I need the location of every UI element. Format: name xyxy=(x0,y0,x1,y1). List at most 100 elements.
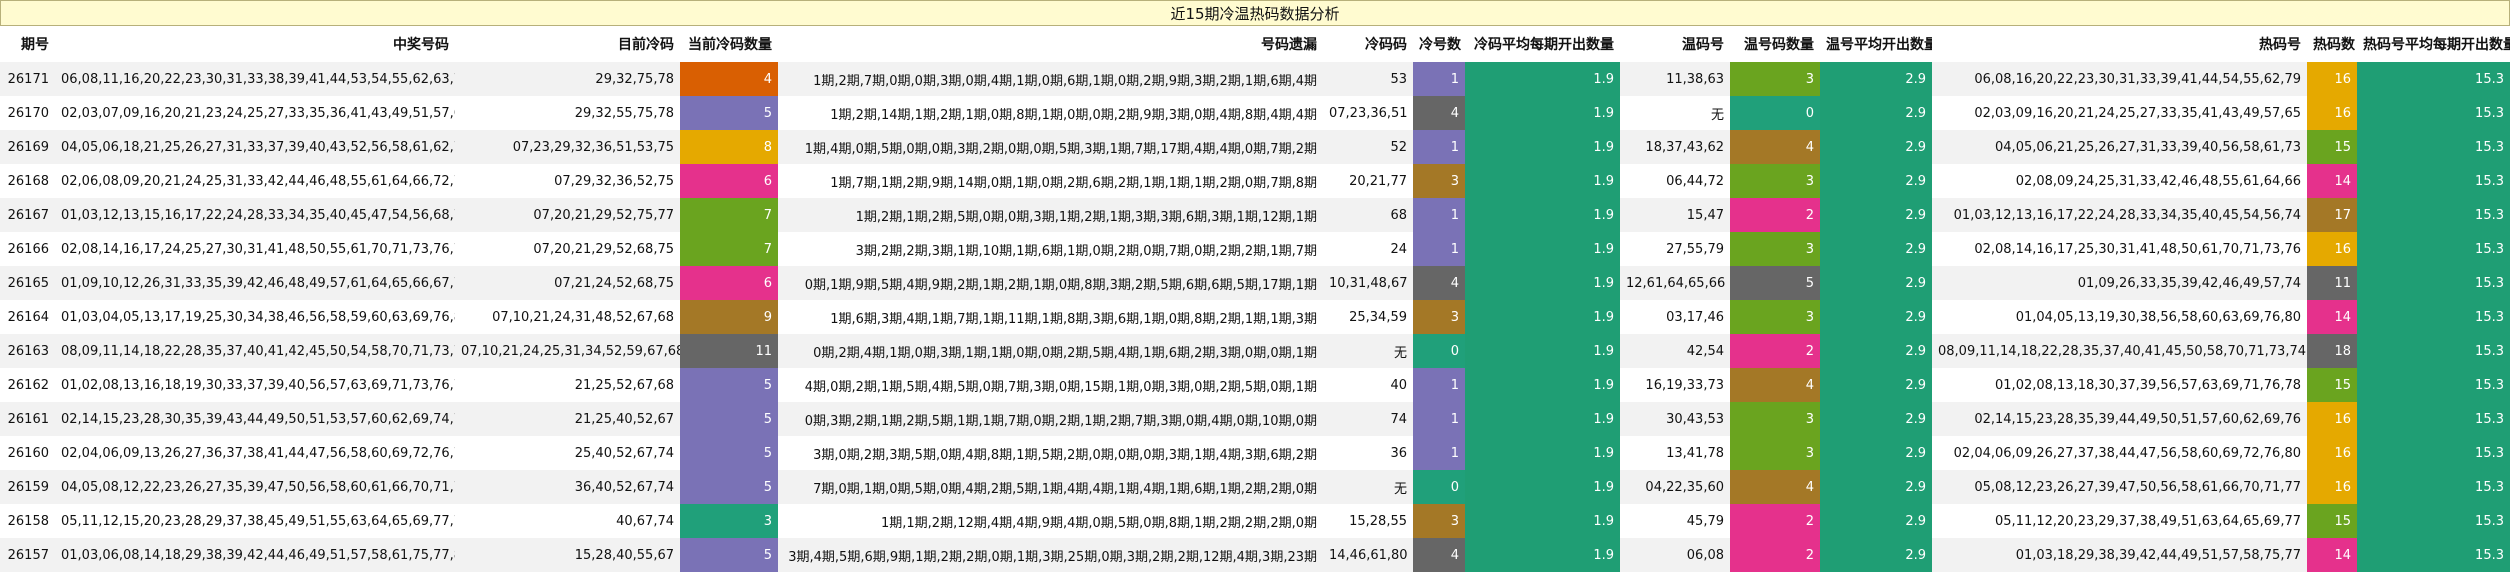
col-header-current-cold: 目前冷码 xyxy=(455,26,680,62)
header-row: 期号 中奖号码 目前冷码 当前冷码数量 号码遗漏 冷码码 冷号数 冷码平均每期开… xyxy=(0,26,2510,62)
col-header-cold-count: 当前冷码数量 xyxy=(680,26,778,62)
winning-numbers-cell: 02,03,07,09,16,20,21,23,24,25,27,33,35,3… xyxy=(55,96,455,130)
cold-avg-cell: 1.9 xyxy=(1465,334,1620,368)
cold-count-cell: 7 xyxy=(680,232,778,266)
warm-code-cell: 45,79 xyxy=(1620,504,1730,538)
hot-avg-cell: 15.3 xyxy=(2357,504,2510,538)
winning-numbers-cell: 01,09,10,12,26,31,33,35,39,42,46,48,49,5… xyxy=(55,266,455,300)
cold-num-cell: 1 xyxy=(1413,368,1465,402)
hot-avg-cell: 15.3 xyxy=(2357,198,2510,232)
period-cell: 26169 xyxy=(0,130,55,164)
winning-numbers-cell: 06,08,11,16,20,22,23,30,31,33,38,39,41,4… xyxy=(55,62,455,96)
col-header-cold-code: 冷码码 xyxy=(1323,26,1413,62)
current-cold-cell: 07,10,21,24,31,48,52,67,68 xyxy=(455,300,680,334)
current-cold-cell: 15,28,40,55,67 xyxy=(455,538,680,572)
winning-numbers-cell: 04,05,08,12,22,23,26,27,35,39,47,50,56,5… xyxy=(55,470,455,504)
cold-avg-cell: 1.9 xyxy=(1465,232,1620,266)
cold-avg-cell: 1.9 xyxy=(1465,538,1620,572)
cold-code-cell: 68 xyxy=(1323,198,1413,232)
warm-avg-cell: 2.9 xyxy=(1820,368,1932,402)
period-cell: 26157 xyxy=(0,538,55,572)
warm-code-cell: 06,08 xyxy=(1620,538,1730,572)
winning-numbers-cell: 05,11,12,15,20,23,28,29,37,38,45,49,51,5… xyxy=(55,504,455,538)
omission-cell: 7期,0期,1期,0期,5期,0期,4期,2期,5期,1期,4期,4期,1期,4… xyxy=(778,470,1323,504)
warm-count-cell: 3 xyxy=(1730,436,1820,470)
col-header-hot-code: 热码号 xyxy=(1932,26,2307,62)
period-cell: 26161 xyxy=(0,402,55,436)
hot-code-cell: 05,08,12,23,26,27,39,47,50,56,58,61,66,7… xyxy=(1932,470,2307,504)
omission-cell: 1期,7期,1期,2期,9期,14期,0期,1期,0期,2期,6期,2期,1期,… xyxy=(778,164,1323,198)
warm-count-cell: 2 xyxy=(1730,504,1820,538)
warm-avg-cell: 2.9 xyxy=(1820,198,1932,232)
warm-code-cell: 13,41,78 xyxy=(1620,436,1730,470)
warm-count-cell: 4 xyxy=(1730,130,1820,164)
omission-cell: 0期,3期,2期,1期,2期,5期,1期,1期,7期,0期,2期,1期,2期,7… xyxy=(778,402,1323,436)
hot-count-cell: 14 xyxy=(2307,300,2357,334)
cold-count-cell: 8 xyxy=(680,130,778,164)
hot-avg-cell: 15.3 xyxy=(2357,402,2510,436)
col-header-omission: 号码遗漏 xyxy=(778,26,1323,62)
hot-code-cell: 04,05,06,21,25,26,27,31,33,39,40,56,58,6… xyxy=(1932,130,2307,164)
cold-avg-cell: 1.9 xyxy=(1465,62,1620,96)
cold-code-cell: 53 xyxy=(1323,62,1413,96)
warm-avg-cell: 2.9 xyxy=(1820,232,1932,266)
current-cold-cell: 36,40,52,67,74 xyxy=(455,470,680,504)
cold-count-cell: 5 xyxy=(680,402,778,436)
warm-avg-cell: 2.9 xyxy=(1820,266,1932,300)
hot-count-cell: 16 xyxy=(2307,436,2357,470)
period-cell: 26158 xyxy=(0,504,55,538)
cold-count-cell: 11 xyxy=(680,334,778,368)
current-cold-cell: 07,21,24,52,68,75 xyxy=(455,266,680,300)
cold-avg-cell: 1.9 xyxy=(1465,368,1620,402)
warm-code-cell: 03,17,46 xyxy=(1620,300,1730,334)
table-row: 26165 01,09,10,12,26,31,33,35,39,42,46,48… xyxy=(0,266,2510,300)
cold-num-cell: 1 xyxy=(1413,402,1465,436)
period-cell: 26164 xyxy=(0,300,55,334)
warm-code-cell: 18,37,43,62 xyxy=(1620,130,1730,164)
hot-avg-cell: 15.3 xyxy=(2357,164,2510,198)
hot-count-cell: 16 xyxy=(2307,470,2357,504)
hot-code-cell: 02,04,06,09,26,27,37,38,44,47,56,58,60,6… xyxy=(1932,436,2307,470)
current-cold-cell: 07,20,21,29,52,68,75 xyxy=(455,232,680,266)
winning-numbers-cell: 02,06,08,09,20,21,24,25,31,33,42,44,46,4… xyxy=(55,164,455,198)
cold-code-cell: 14,46,61,80 xyxy=(1323,538,1413,572)
hot-code-cell: 01,03,12,13,16,17,22,24,28,33,34,35,40,4… xyxy=(1932,198,2307,232)
warm-code-cell: 15,47 xyxy=(1620,198,1730,232)
omission-cell: 1期,1期,2期,12期,4期,4期,9期,4期,0期,5期,0期,8期,1期,… xyxy=(778,504,1323,538)
cold-code-cell: 25,34,59 xyxy=(1323,300,1413,334)
hot-code-cell: 02,08,14,16,17,25,30,31,41,48,50,61,70,7… xyxy=(1932,232,2307,266)
hot-code-cell: 02,14,15,23,28,35,39,44,49,50,51,57,60,6… xyxy=(1932,402,2307,436)
warm-code-cell: 06,44,72 xyxy=(1620,164,1730,198)
warm-avg-cell: 2.9 xyxy=(1820,470,1932,504)
period-cell: 26160 xyxy=(0,436,55,470)
cold-code-cell: 40 xyxy=(1323,368,1413,402)
cold-code-cell: 无 xyxy=(1323,334,1413,368)
hot-count-cell: 16 xyxy=(2307,402,2357,436)
period-cell: 26165 xyxy=(0,266,55,300)
current-cold-cell: 07,29,32,36,52,75 xyxy=(455,164,680,198)
warm-avg-cell: 2.9 xyxy=(1820,334,1932,368)
cold-count-cell: 3 xyxy=(680,504,778,538)
period-cell: 26163 xyxy=(0,334,55,368)
winning-numbers-cell: 01,03,12,13,15,16,17,22,24,28,33,34,35,4… xyxy=(55,198,455,232)
hot-code-cell: 01,09,26,33,35,39,42,46,49,57,74 xyxy=(1932,266,2307,300)
hot-avg-cell: 15.3 xyxy=(2357,62,2510,96)
hot-code-cell: 01,04,05,13,19,30,38,56,58,60,63,69,76,8… xyxy=(1932,300,2307,334)
table-row: 26164 01,03,04,05,13,17,19,25,30,34,38,46… xyxy=(0,300,2510,334)
cold-num-cell: 4 xyxy=(1413,96,1465,130)
cold-code-cell: 74 xyxy=(1323,402,1413,436)
cold-code-cell: 24 xyxy=(1323,232,1413,266)
cold-avg-cell: 1.9 xyxy=(1465,300,1620,334)
table-row: 26157 01,03,06,08,14,18,29,38,39,42,44,46… xyxy=(0,538,2510,572)
omission-cell: 3期,0期,2期,3期,5期,0期,4期,8期,1期,5期,2期,0期,0期,0… xyxy=(778,436,1323,470)
winning-numbers-cell: 01,03,06,08,14,18,29,38,39,42,44,46,49,5… xyxy=(55,538,455,572)
current-cold-cell: 07,10,21,24,25,31,34,52,59,67,68 xyxy=(455,334,680,368)
hot-count-cell: 15 xyxy=(2307,368,2357,402)
warm-avg-cell: 2.9 xyxy=(1820,96,1932,130)
col-header-warm-avg: 温号平均开出数量 xyxy=(1820,26,1932,62)
winning-numbers-cell: 01,03,04,05,13,17,19,25,30,34,38,46,56,5… xyxy=(55,300,455,334)
cold-num-cell: 1 xyxy=(1413,130,1465,164)
cold-avg-cell: 1.9 xyxy=(1465,470,1620,504)
hot-code-cell: 01,03,18,29,38,39,42,44,49,51,57,58,75,7… xyxy=(1932,538,2307,572)
omission-cell: 1期,4期,0期,5期,0期,0期,3期,2期,0期,0期,5期,3期,1期,7… xyxy=(778,130,1323,164)
